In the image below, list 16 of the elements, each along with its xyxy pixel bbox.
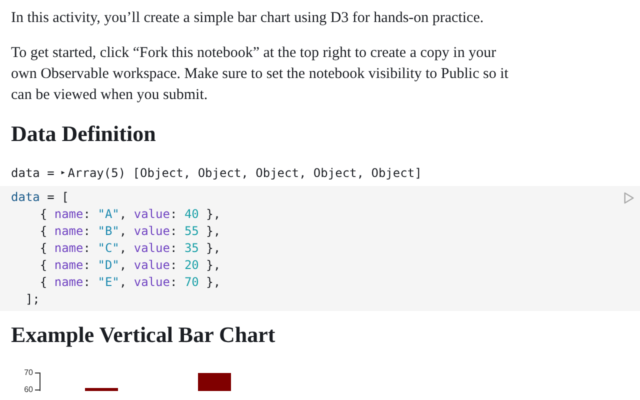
code-line: { name: "D", value: 20 }, bbox=[38, 257, 222, 274]
chart-heading: Example Vertical Bar Chart bbox=[10, 321, 276, 349]
code-line: { name: "C", value: 35 }, bbox=[38, 240, 222, 257]
expand-toggle[interactable]: ▸ bbox=[60, 164, 66, 182]
code-line: data = [ bbox=[11, 189, 70, 206]
axis-label: 60 bbox=[24, 385, 33, 395]
variable-name: data = bbox=[11, 165, 54, 182]
intro-paragraph: In this activity, you’ll create a simple bar chart using D3 for hands-on practice. bbox=[10, 9, 485, 28]
array-summary: Array(5) [Object, Object, Object, Object, Object] bbox=[68, 165, 422, 182]
code-line: { name: "B", value: 55 }, bbox=[38, 223, 222, 240]
code-line: { name: "E", value: 70 }, bbox=[38, 274, 222, 291]
section-heading: Data Definition bbox=[10, 120, 157, 148]
axis-label: 70 bbox=[24, 368, 33, 378]
instructions-paragraph: To get started, click “Fork this notebook” at the top right to create a copy in your own Observable workspace. Make sure to set the notebook visibility to Public so it can be viewed when you submit. bbox=[10, 44, 510, 105]
code-line: { name: "A", value: 40 }, bbox=[38, 206, 222, 223]
code-line: ]; bbox=[24, 291, 41, 308]
